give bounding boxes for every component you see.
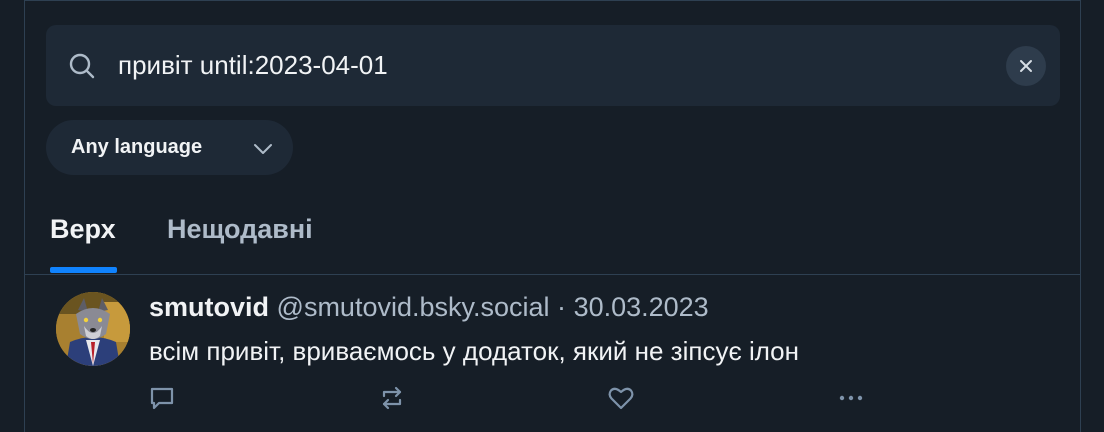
author-handle[interactable]: @smutovid.bsky.social [277, 292, 550, 322]
post-date[interactable]: 30.03.2023 [574, 292, 709, 322]
close-icon [1020, 60, 1032, 72]
tab-recent[interactable]: Нещодавні [167, 214, 313, 245]
repost-icon [382, 386, 402, 410]
more-options-button[interactable] [835, 383, 867, 413]
search-bar[interactable] [46, 25, 1060, 106]
author-name[interactable]: smutovid [149, 292, 269, 322]
clear-search-button[interactable] [1006, 46, 1046, 86]
language-filter-label: Any language [71, 136, 203, 158]
post-header: smutovid @smutovid.bsky.social · 30.03.2… [149, 292, 709, 323]
header-separator: · [557, 292, 567, 322]
like-button[interactable] [605, 383, 637, 413]
tab-top[interactable]: Верх [50, 214, 116, 245]
search-icon [69, 53, 95, 79]
repost-button[interactable] [376, 383, 408, 413]
search-tabs: Верх Нещодавні [25, 200, 1080, 275]
avatar[interactable] [56, 292, 130, 366]
search-input[interactable] [118, 45, 998, 85]
more-icon [839, 395, 863, 401]
active-tab-indicator [50, 267, 117, 273]
reply-button[interactable] [146, 383, 178, 413]
chevron-down-icon [254, 144, 272, 154]
language-filter-select[interactable]: Any language [46, 120, 293, 175]
post-item[interactable]: smutovid @smutovid.bsky.social · 30.03.2… [25, 275, 1080, 432]
avatar-image [56, 292, 130, 366]
reply-icon [150, 387, 174, 410]
like-icon [608, 387, 634, 410]
post-text: всім привіт, вриваємось у додаток, який … [149, 336, 799, 366]
